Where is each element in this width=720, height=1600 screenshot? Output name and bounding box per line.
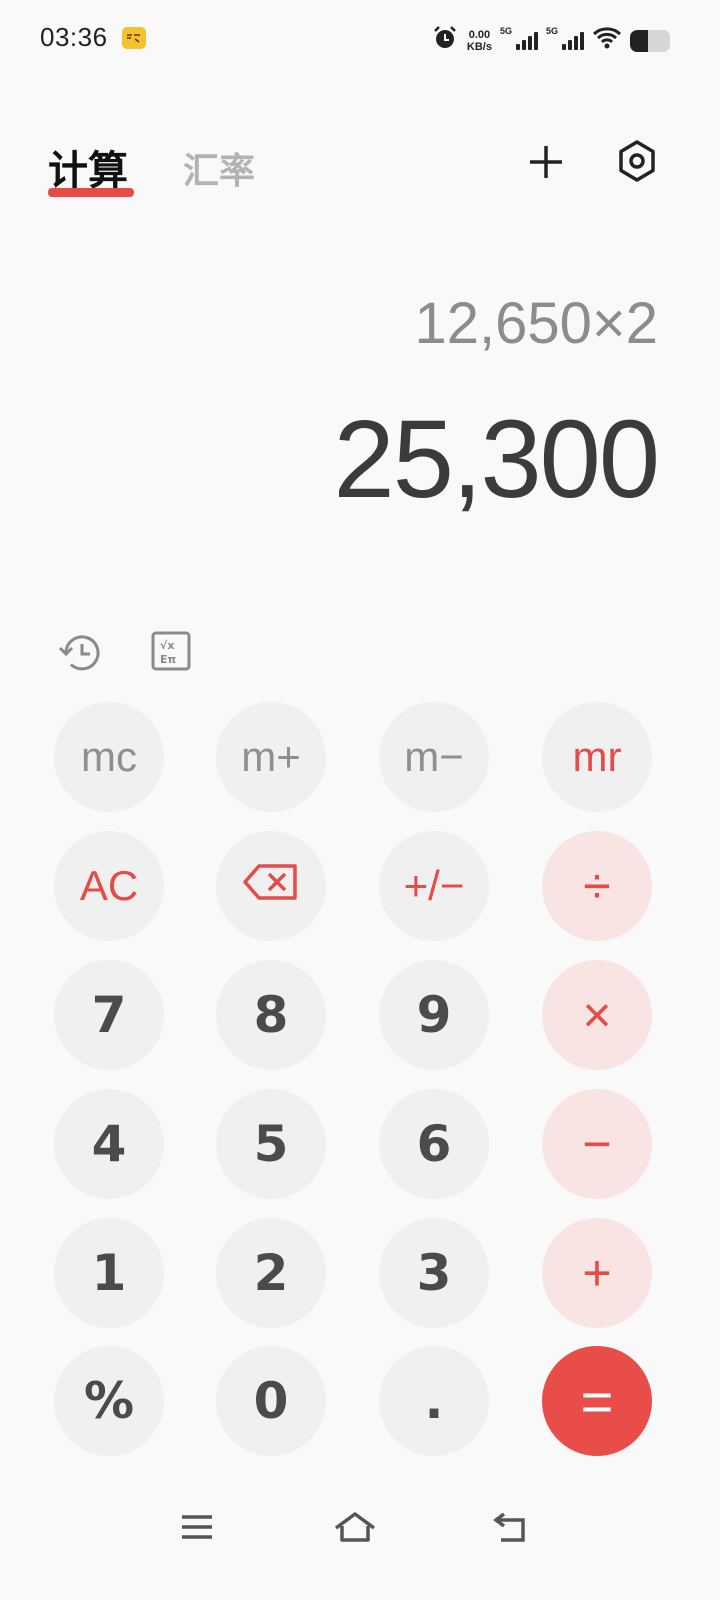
percent-button[interactable]: % (54, 1346, 164, 1456)
scientific-mode-icon[interactable]: √x Eπ (150, 630, 194, 674)
memory-subtract-button[interactable]: m− (379, 702, 489, 812)
status-bar: 03:36 0.00 KB/s 5G 5G (0, 0, 720, 78)
digit-8-button[interactable]: 8 (216, 960, 326, 1070)
digit-2-button[interactable]: 2 (216, 1218, 326, 1328)
back-icon[interactable] (492, 1510, 532, 1544)
wifi-icon (592, 26, 622, 55)
app-badge-icon (122, 27, 146, 49)
status-time: 03:36 (40, 22, 108, 52)
plus-minus-button[interactable]: +/− (379, 831, 489, 941)
memory-add-button[interactable]: m+ (216, 702, 326, 812)
menu-icon[interactable] (178, 1510, 218, 1544)
digit-4-button[interactable]: 4 (54, 1089, 164, 1199)
decimal-button[interactable]: . (379, 1346, 489, 1456)
tab-active-indicator (48, 188, 134, 197)
multiply-button[interactable]: × (542, 960, 652, 1070)
svg-text:Eπ: Eπ (160, 653, 177, 666)
subtract-button[interactable]: − (542, 1089, 652, 1199)
add-button[interactable]: + (542, 1218, 652, 1328)
collapse-icon[interactable] (524, 140, 568, 184)
digit-0-button[interactable]: 0 (216, 1346, 326, 1456)
settings-icon[interactable] (614, 138, 660, 184)
battery-icon (630, 29, 670, 52)
alarm-icon (431, 24, 459, 57)
svg-text:√x: √x (160, 639, 174, 652)
equals-button[interactable]: = (542, 1346, 652, 1456)
expression-display: 12,650×2 (414, 291, 658, 356)
result-display: 25,300 (333, 398, 660, 521)
backspace-icon (241, 859, 301, 914)
net-speed: 0.00 KB/s (466, 28, 492, 53)
digit-9-button[interactable]: 9 (379, 960, 489, 1070)
digit-5-button[interactable]: 5 (216, 1089, 326, 1199)
history-icon[interactable] (58, 630, 102, 674)
digit-1-button[interactable]: 1 (54, 1218, 164, 1328)
status-icons: 0.00 KB/s 5G 5G (431, 24, 670, 57)
tab-exchange-rate[interactable]: 汇率 (183, 142, 255, 194)
signal-label: 5G (499, 25, 512, 36)
signal-icon (515, 31, 538, 50)
divide-button[interactable]: ÷ (542, 831, 652, 941)
digit-3-button[interactable]: 3 (379, 1218, 489, 1328)
signal-label: 5G (545, 25, 558, 36)
memory-clear-button[interactable]: mc (54, 702, 164, 812)
digit-7-button[interactable]: 7 (54, 960, 164, 1070)
digit-6-button[interactable]: 6 (379, 1089, 489, 1199)
home-icon[interactable] (333, 1510, 376, 1544)
signal-icon (562, 31, 584, 50)
all-clear-button[interactable]: AC (54, 831, 164, 941)
backspace-button[interactable] (216, 831, 326, 941)
memory-recall-button[interactable]: mr (542, 702, 652, 812)
